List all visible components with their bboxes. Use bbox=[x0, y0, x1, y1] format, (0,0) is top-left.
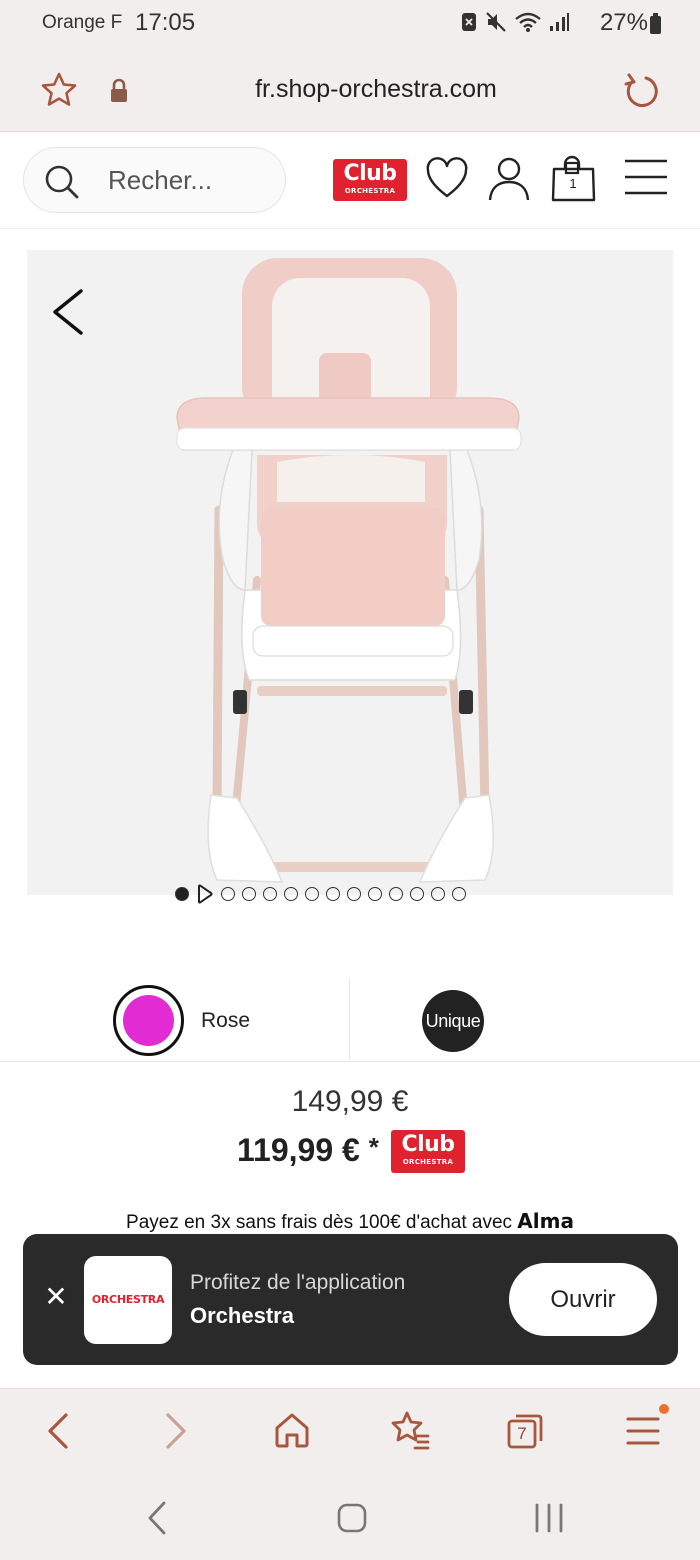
club-price-logo-subtext: ORCHESTRA bbox=[402, 1158, 454, 1166]
club-price-logo-text: Club bbox=[401, 1132, 455, 1157]
gallery-pagination bbox=[175, 884, 466, 904]
heart-icon[interactable] bbox=[425, 157, 469, 201]
wifi-icon bbox=[515, 12, 541, 32]
cart-count: 1 bbox=[569, 176, 577, 191]
browser-url-bar: fr.shop-orchestra.com bbox=[0, 50, 700, 132]
tab-count: 7 bbox=[517, 1424, 527, 1443]
battery-level: 27% bbox=[599, 9, 648, 36]
club-logo-text: Club bbox=[343, 161, 397, 186]
orchestra-logo-text: ORCHESTRA bbox=[91, 1293, 165, 1306]
previous-image-chevron-icon[interactable] bbox=[49, 288, 85, 336]
open-app-button[interactable]: Ouvrir bbox=[509, 1263, 657, 1336]
product-image bbox=[176, 258, 522, 883]
notification-dot bbox=[659, 1404, 669, 1414]
original-price: 149,99 € bbox=[291, 1085, 409, 1118]
gallery-dot[interactable] bbox=[175, 887, 189, 901]
status-bar: Orange F 17:05 27% bbox=[0, 0, 700, 50]
bookmarks-icon[interactable] bbox=[389, 1410, 431, 1450]
status-icons bbox=[460, 11, 570, 33]
banner-title: Orchestra bbox=[190, 1303, 294, 1328]
club-orchestra-price-logo: Club ORCHESTRA bbox=[391, 1130, 465, 1173]
system-back-icon[interactable] bbox=[145, 1500, 169, 1536]
close-icon[interactable]: ✕ bbox=[41, 1282, 71, 1312]
club-logo-subtext: ORCHESTRA bbox=[344, 187, 396, 195]
gallery-dot[interactable] bbox=[431, 887, 445, 901]
system-navigation-bar bbox=[0, 1472, 700, 1560]
battery-icon bbox=[650, 13, 661, 34]
forward-chevron-icon[interactable] bbox=[162, 1411, 192, 1451]
gallery-dot[interactable] bbox=[326, 887, 340, 901]
variant-selector: Rose Unique bbox=[0, 978, 700, 1062]
size-option[interactable]: Unique bbox=[422, 990, 484, 1052]
gallery-dot[interactable] bbox=[347, 887, 361, 901]
banner-subtitle: Profitez de l'application bbox=[190, 1271, 406, 1294]
color-label: Rose bbox=[201, 1009, 251, 1032]
reload-icon[interactable] bbox=[622, 71, 662, 111]
tabs-button[interactable]: 7 bbox=[505, 1411, 545, 1451]
menu-icon[interactable] bbox=[623, 157, 669, 197]
back-chevron-icon[interactable] bbox=[42, 1411, 72, 1451]
payment-info: Payez en 3x sans frais dès 100€ d'achat … bbox=[0, 1209, 700, 1234]
club-price-value: 119,99 € bbox=[237, 1132, 360, 1168]
app-promo-banner: ✕ ORCHESTRA Profitez de l'application Or… bbox=[23, 1234, 678, 1365]
alma-logo: Alma bbox=[517, 1209, 574, 1233]
gallery-dot[interactable] bbox=[263, 887, 277, 901]
signal-icon bbox=[550, 13, 569, 31]
product-image-gallery[interactable] bbox=[27, 250, 673, 895]
color-swatch-fill bbox=[123, 995, 174, 1046]
gallery-dot[interactable] bbox=[389, 887, 403, 901]
gallery-dot[interactable] bbox=[368, 887, 382, 901]
gallery-dot[interactable] bbox=[284, 887, 298, 901]
gallery-dot[interactable] bbox=[221, 887, 235, 901]
url-address[interactable]: fr.shop-orchestra.com bbox=[0, 75, 700, 104]
club-orchestra-logo[interactable]: Club ORCHESTRA bbox=[333, 159, 407, 201]
system-recents-icon[interactable] bbox=[533, 1503, 565, 1533]
status-time: 17:05 bbox=[135, 9, 196, 36]
system-home-icon[interactable] bbox=[336, 1502, 368, 1534]
carrier-name: Orange F bbox=[42, 12, 123, 33]
club-price: 119,99 € * bbox=[237, 1132, 379, 1169]
home-icon[interactable] bbox=[273, 1411, 311, 1449]
payment-text: Payez en 3x sans frais dès 100€ d'achat … bbox=[126, 1212, 513, 1233]
account-icon[interactable] bbox=[486, 155, 532, 203]
mute-icon bbox=[486, 12, 506, 32]
color-swatch[interactable] bbox=[113, 985, 184, 1056]
club-price-asterisk: * bbox=[368, 1132, 379, 1162]
search-box[interactable] bbox=[23, 147, 286, 213]
gallery-dot[interactable] bbox=[242, 887, 256, 901]
browser-menu-icon[interactable] bbox=[626, 1415, 660, 1447]
browser-toolbar: 7 bbox=[0, 1388, 700, 1472]
gallery-dot[interactable] bbox=[410, 887, 424, 901]
nfc-icon bbox=[462, 13, 476, 31]
cart-button[interactable]: 1 bbox=[549, 155, 599, 205]
orchestra-app-logo: ORCHESTRA bbox=[84, 1256, 172, 1344]
gallery-dot[interactable] bbox=[452, 887, 466, 901]
search-input[interactable] bbox=[108, 163, 268, 197]
variant-divider bbox=[349, 978, 350, 1060]
gallery-dot[interactable] bbox=[305, 887, 319, 901]
search-icon bbox=[45, 165, 79, 199]
video-play-icon[interactable] bbox=[196, 884, 214, 904]
site-header: Club ORCHESTRA 1 bbox=[0, 133, 700, 229]
